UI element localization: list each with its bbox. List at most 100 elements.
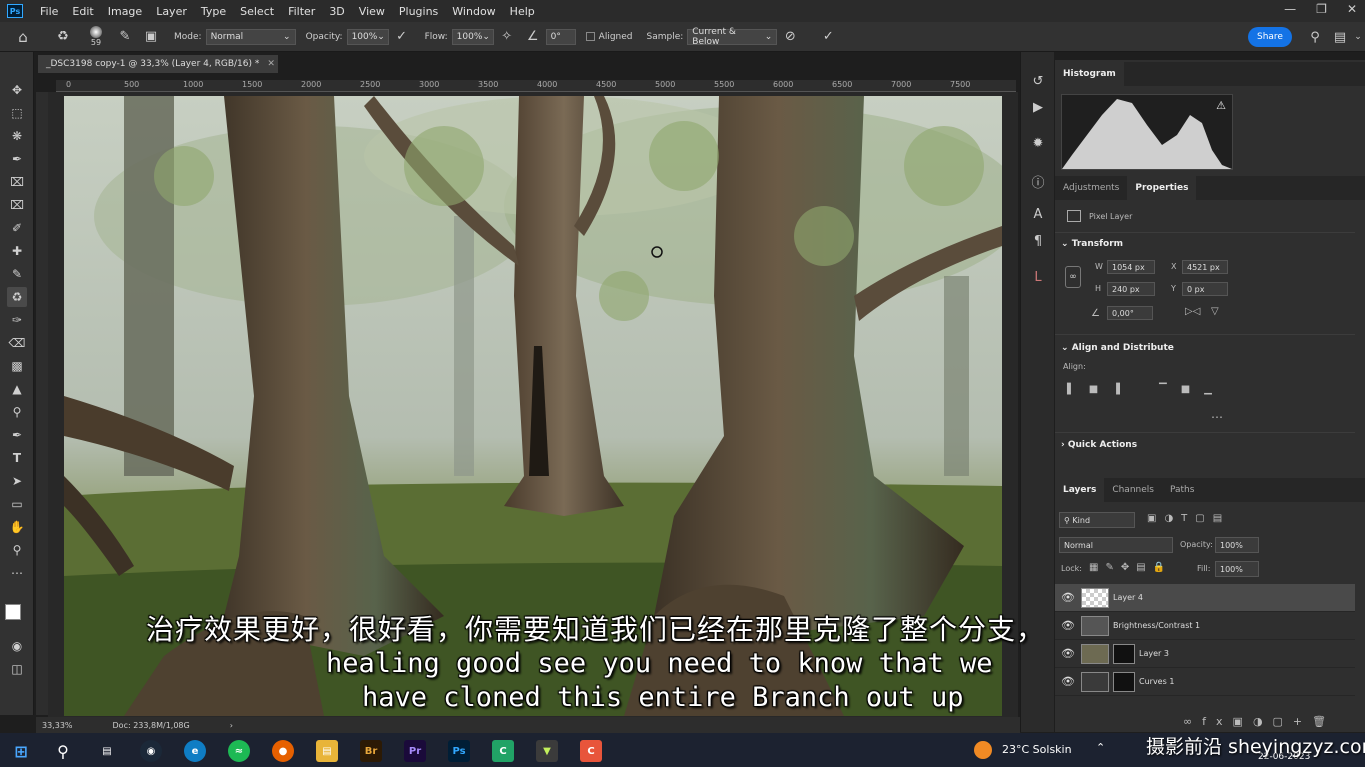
search-icon[interactable]: ⚲: [1306, 28, 1324, 46]
tab-properties[interactable]: Properties: [1127, 176, 1197, 200]
menu-view[interactable]: View: [352, 5, 392, 18]
camtasia-recorder-icon[interactable]: C: [580, 740, 602, 762]
tab-adjustments[interactable]: Adjustments: [1055, 176, 1127, 200]
align-buttons-icon[interactable]: ▌■▐: [1067, 384, 1134, 395]
x-field[interactable]: 4521 px: [1182, 260, 1228, 274]
workspace-icon[interactable]: ▤: [1331, 28, 1349, 46]
flip-vertical-icon[interactable]: ▽: [1211, 306, 1219, 317]
menu-help[interactable]: Help: [503, 5, 542, 18]
bridge-icon[interactable]: Br: [360, 740, 382, 762]
steam-icon[interactable]: ◉: [140, 740, 162, 762]
menu-select[interactable]: Select: [233, 5, 281, 18]
close-icon[interactable]: ✕: [1347, 2, 1357, 16]
tab-channels[interactable]: Channels: [1104, 478, 1162, 502]
edge-icon[interactable]: e: [184, 740, 206, 762]
tab-layers[interactable]: Layers: [1055, 478, 1105, 502]
history-icon[interactable]: ↺: [1030, 74, 1046, 90]
tab-histogram[interactable]: Histogram: [1055, 62, 1124, 86]
home-icon[interactable]: ⌂: [14, 28, 32, 46]
align-vertical-buttons-icon[interactable]: ▔■▁: [1159, 384, 1226, 395]
link-icon[interactable]: ∞: [1065, 266, 1081, 288]
width-field[interactable]: 1054 px: [1107, 260, 1155, 274]
more-tools-icon[interactable]: ⋯: [7, 563, 27, 583]
marquee-tool-icon[interactable]: ⬚: [7, 103, 27, 123]
camtasia-icon[interactable]: C: [492, 740, 514, 762]
menu-plugins[interactable]: Plugins: [392, 5, 445, 18]
history-brush-tool-icon[interactable]: ✑: [7, 310, 27, 330]
hand-tool-icon[interactable]: ✋: [7, 517, 27, 537]
angle-field[interactable]: 0°: [545, 28, 576, 45]
app-icon[interactable]: ▼: [536, 740, 558, 762]
actions-play-icon[interactable]: ▶: [1030, 100, 1046, 116]
height-field[interactable]: 240 px: [1107, 282, 1155, 296]
healing-brush-tool-icon[interactable]: ✚: [7, 241, 27, 261]
blur-tool-icon[interactable]: ▲: [7, 379, 27, 399]
eye-icon[interactable]: 👁: [1055, 675, 1081, 688]
windows-start-icon[interactable]: ⊞: [10, 740, 32, 762]
mode-select[interactable]: Normal ⌄: [205, 28, 296, 45]
eye-icon[interactable]: 👁: [1055, 591, 1081, 604]
rotation-field[interactable]: 0,00°: [1107, 306, 1153, 320]
lock-icons[interactable]: ▦✎✥▤🔒: [1089, 562, 1172, 573]
paragraph-icon[interactable]: ¶: [1030, 234, 1046, 250]
file-explorer-icon[interactable]: ▤: [316, 740, 338, 762]
menu-3d[interactable]: 3D: [322, 5, 351, 18]
opacity-field[interactable]: 100% ⌄: [346, 28, 389, 45]
zoom-level[interactable]: 33,33%: [42, 721, 73, 730]
firefox-icon[interactable]: ●: [272, 740, 294, 762]
eyedropper-tool-icon[interactable]: ✐: [7, 218, 27, 238]
minimize-icon[interactable]: —: [1284, 2, 1296, 16]
menu-window[interactable]: Window: [445, 5, 502, 18]
task-view-icon[interactable]: ▤: [96, 740, 118, 762]
share-button[interactable]: Share: [1248, 27, 1292, 47]
more-options-icon[interactable]: ⋯: [1211, 410, 1223, 424]
layer-filter-icons[interactable]: ▣◑T▢▤: [1147, 513, 1230, 524]
menu-layer[interactable]: Layer: [149, 5, 194, 18]
quick-select-tool-icon[interactable]: ✒: [7, 149, 27, 169]
flow-field[interactable]: 100% ⌄: [451, 28, 494, 45]
zoom-tool-icon[interactable]: ⚲: [7, 540, 27, 560]
pressure-size-icon[interactable]: ✓: [819, 28, 837, 46]
info-icon[interactable]: ⓘ: [1030, 172, 1046, 191]
screen-mode-icon[interactable]: ◫: [7, 659, 27, 679]
move-tool-icon[interactable]: ✥: [7, 80, 27, 100]
menu-edit[interactable]: Edit: [65, 5, 100, 18]
close-document-icon[interactable]: ✕: [267, 59, 275, 69]
clone-stamp-preset-icon[interactable]: ♻: [54, 28, 72, 46]
align-header[interactable]: ⌄ Align and Distribute: [1061, 343, 1174, 353]
character-icon[interactable]: A: [1030, 207, 1046, 223]
transform-header[interactable]: ⌄ Transform: [1061, 239, 1123, 249]
search-icon[interactable]: ⚲: [52, 740, 74, 762]
chevron-up-icon[interactable]: ⌃: [1096, 741, 1105, 754]
document-tab[interactable]: _DSC3198 copy-1 @ 33,3% (Layer 4, RGB/16…: [38, 55, 278, 73]
brush-settings-icon[interactable]: ✎: [116, 28, 134, 46]
clone-source-panel-icon[interactable]: ✹: [1030, 136, 1046, 152]
spotify-icon[interactable]: ≈: [228, 740, 250, 762]
menu-filter[interactable]: Filter: [281, 5, 322, 18]
pressure-opacity-icon[interactable]: ✓: [393, 28, 411, 46]
lasso-tool-icon[interactable]: ❋: [7, 126, 27, 146]
layer-row[interactable]: 👁 Layer 3: [1055, 640, 1355, 668]
kind-filter-select[interactable]: ⚲ Kind: [1059, 512, 1135, 528]
workspace-chevron-icon[interactable]: ⌄: [1349, 28, 1365, 46]
y-field[interactable]: 0 px: [1182, 282, 1228, 296]
photoshop-taskbar-icon[interactable]: Ps: [448, 740, 470, 762]
eraser-tool-icon[interactable]: ⌫: [7, 333, 27, 353]
flip-horizontal-icon[interactable]: ▷◁: [1185, 306, 1200, 317]
restore-icon[interactable]: ❐: [1316, 2, 1327, 16]
layer-opacity-field[interactable]: 100%: [1215, 537, 1259, 553]
eye-icon[interactable]: 👁: [1055, 647, 1081, 660]
brush-tool-icon[interactable]: ✎: [7, 264, 27, 284]
type-tool-icon[interactable]: T: [7, 448, 27, 468]
clone-source-icon[interactable]: ▣: [142, 28, 160, 46]
quick-mask-icon[interactable]: ◉: [7, 636, 27, 656]
gradient-tool-icon[interactable]: ▩: [7, 356, 27, 376]
foreground-color-swatch[interactable]: [5, 604, 21, 620]
dodge-tool-icon[interactable]: ⚲: [7, 402, 27, 422]
premiere-icon[interactable]: Pr: [404, 740, 426, 762]
layer-actions-icons[interactable]: ∞fx▣◑▢+🗑: [1183, 715, 1336, 728]
quick-actions-header[interactable]: › Quick Actions: [1061, 440, 1137, 450]
frame-tool-icon[interactable]: ⌧: [7, 195, 27, 215]
ignore-adjustment-icon[interactable]: ⊘: [781, 28, 799, 46]
layer-row[interactable]: 👁 Curves 1: [1055, 668, 1355, 696]
